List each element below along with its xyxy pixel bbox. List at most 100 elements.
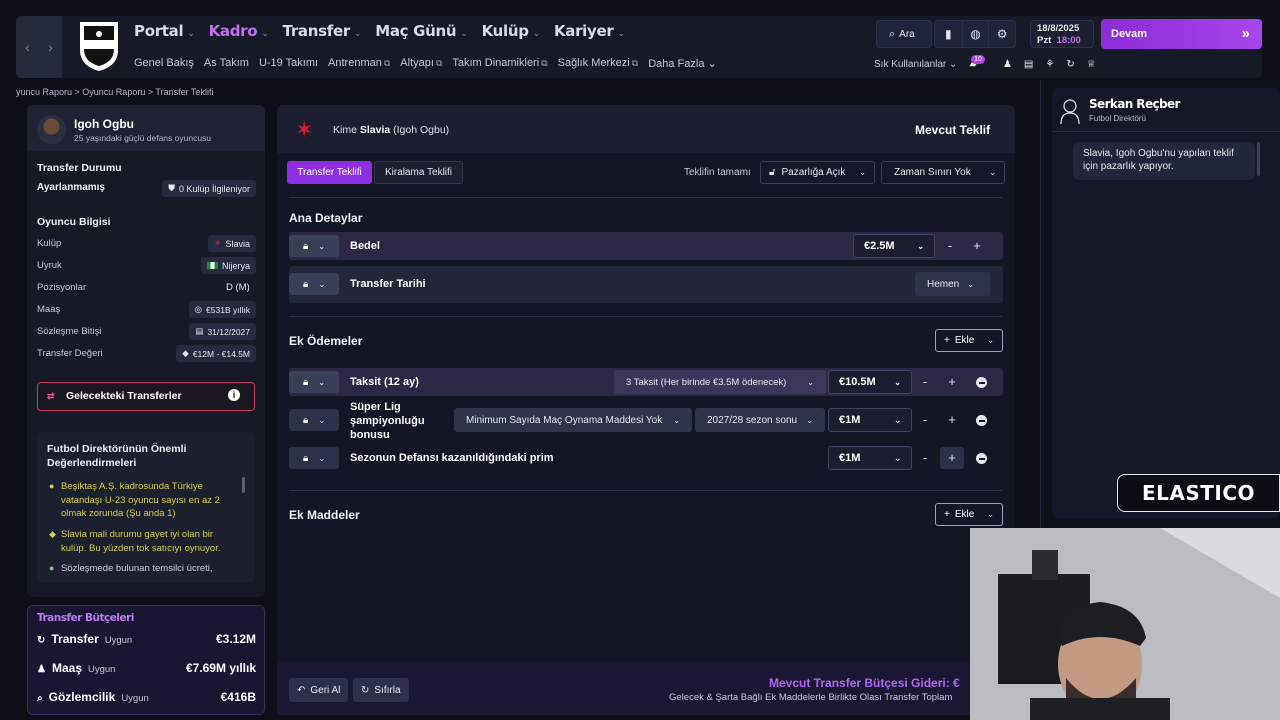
shirt-icon[interactable]: ♟ — [1003, 59, 1012, 70]
wage-value: ◎ €531B yıllık — [188, 301, 256, 318]
main-details-title: Ana Detaylar — [289, 211, 363, 225]
shirt-icon: ♟ — [37, 664, 46, 675]
installment-label: Taksit (12 ay) — [350, 376, 419, 388]
lock-icon: 🔒︎ — [302, 240, 309, 252]
fee-lock-button[interactable]: 🔒︎ ⌄ — [289, 235, 339, 257]
negotiation-dropdown[interactable]: 🔓︎ Pazarlığa Açık ⌄ — [760, 161, 875, 184]
deadline-dropdown[interactable]: Zaman Sınırı Yok ⌄ — [881, 161, 1005, 184]
search-icon: ⌕ — [37, 693, 43, 704]
subnav-daha-fazla[interactable]: Daha Fazla ⌄ — [648, 57, 717, 70]
player-name[interactable]: Igoh Ogbu — [74, 117, 134, 131]
defense-lock-button[interactable]: 🔒︎ ⌄ — [289, 447, 339, 469]
defense-decrease-button[interactable]: - — [917, 450, 933, 465]
tactics-icon[interactable]: ⚘ — [1045, 59, 1054, 70]
director-name[interactable]: Serkan Reçber — [1089, 97, 1180, 111]
fee-label: Bedel — [350, 240, 380, 252]
clubs-interested-badge[interactable]: ⛊ 0 Kulüp İlgileniyor — [162, 180, 256, 197]
search-button[interactable]: ⌕ Ara — [876, 20, 932, 48]
nav-portal[interactable]: Portal ⌄ — [134, 22, 195, 40]
quick-bar: Sık Kullanılanlar ⌄ ▰10 ♟ ▤ ⚘ ↻ ♕ — [874, 55, 1096, 70]
forward-arrow-icon[interactable]: › — [48, 39, 53, 55]
info-label-wage: Maaş — [37, 304, 61, 315]
league-value-dropdown[interactable]: €1M ⌄ — [828, 408, 912, 432]
assessments-scrollbar[interactable] — [242, 477, 245, 493]
player-avatar — [37, 115, 66, 144]
subnav-saglik-merkezi[interactable]: Sağlık Merkezi ⧉ — [558, 57, 639, 70]
club-value[interactable]: ✶ Slavia — [207, 235, 256, 252]
league-increase-button[interactable]: + — [944, 412, 960, 427]
continue-button[interactable]: Devam » — [1101, 19, 1262, 49]
budget-row-transfer: ↻ Transfer Uygun €3.12M — [37, 632, 256, 646]
installment-decrease-button[interactable]: - — [917, 374, 933, 389]
nav-transfer[interactable]: Transfer ⌄ — [283, 22, 362, 40]
club-star-icon: ✶ — [213, 238, 222, 248]
defense-value-dropdown[interactable]: €1M ⌄ — [828, 446, 912, 470]
subnav-as-takim[interactable]: As Takım — [204, 57, 249, 70]
installment-row: 🔒︎ ⌄ Taksit (12 ay) 3 Taksit (Her birinde… — [289, 368, 1003, 396]
remove-circle-icon[interactable] — [976, 453, 987, 464]
future-transfers-button[interactable]: ⇄ Gelecekteki Transferler i — [37, 382, 255, 411]
reset-icon: ↻ — [361, 684, 370, 696]
transfer-date-dropdown[interactable]: Hemen ⌄ — [915, 272, 990, 296]
budget-expense-subtitle: Gelecek & Şarta Bağlı Ek Maddelerle Birl… — [669, 692, 953, 703]
nav-kadro[interactable]: Kadro ⌄ — [209, 22, 269, 40]
chat-icon[interactable]: ▰10 — [969, 55, 991, 70]
globe-icon[interactable]: ◍ — [961, 21, 989, 47]
toolbar-icons: ▮ ◍ ⚙ — [934, 20, 1016, 48]
back-arrow-icon[interactable]: ‹ — [25, 39, 30, 55]
chevron-down-icon: ⌄ — [318, 241, 326, 251]
refresh-icon[interactable]: ↻ — [1066, 59, 1074, 70]
trophy-icon[interactable]: ♕ — [1087, 59, 1096, 70]
fee-decrease-button[interactable]: - — [942, 238, 958, 253]
remove-circle-icon[interactable] — [976, 377, 987, 388]
fee-increase-button[interactable]: + — [969, 238, 985, 253]
nationality-value[interactable]: Nijerya — [200, 257, 256, 274]
league-decrease-button[interactable]: - — [917, 412, 933, 427]
league-condition-dropdown[interactable]: Minimum Sayıda Maç Oynama Maddesi Yok ⌄ — [454, 408, 692, 432]
tab-transfer-offer[interactable]: Transfer Teklifi — [287, 161, 372, 184]
undo-button[interactable]: ↶ Geri Al — [289, 678, 349, 702]
nav-mac-gunu[interactable]: Maç Günü ⌄ — [375, 22, 468, 40]
installment-value-dropdown[interactable]: €10.5M ⌄ — [828, 370, 912, 394]
date-lock-button[interactable]: 🔒︎ ⌄ — [289, 273, 339, 295]
subnav-genel-bakis[interactable]: Genel Bakış — [134, 57, 194, 70]
clipboard-icon[interactable]: ▤ — [1024, 59, 1033, 70]
installment-lock-button[interactable]: 🔒︎ ⌄ — [289, 371, 339, 393]
subnav-antrenman[interactable]: Antrenman ⧉ — [328, 57, 390, 70]
tag-icon: ◆ — [182, 348, 189, 358]
nav-kariyer[interactable]: Kariyer ⌄ — [554, 22, 625, 40]
gear-icon[interactable]: ⚙ — [988, 21, 1015, 47]
club-crest-logo[interactable] — [78, 20, 120, 72]
tab-loan-offer[interactable]: Kiralama Teklifi — [374, 161, 463, 184]
favorites-dropdown[interactable]: Sık Kullanılanlar ⌄ — [874, 59, 957, 70]
league-season-dropdown[interactable]: 2027/28 sezon sonu ⌄ — [695, 408, 825, 432]
subnav-takim-dinamikleri[interactable]: Takım Dinamikleri ⧉ — [452, 57, 547, 70]
subnav-u19[interactable]: U-19 Takımı — [259, 57, 318, 70]
lock-icon: 🔒︎ — [302, 414, 309, 426]
add-extra-payment-button[interactable]: + Ekle ⌄ — [935, 329, 1003, 352]
notebook-icon[interactable]: ▮ — [935, 21, 962, 47]
league-lock-button[interactable]: 🔒︎ ⌄ — [289, 409, 339, 431]
defense-bonus-label: Sezonun Defansı kazanıldığındaki prim — [350, 452, 554, 464]
chevron-down-icon: ⌄ — [318, 415, 326, 425]
installment-increase-button[interactable]: + — [944, 374, 960, 389]
info-icon[interactable]: i — [228, 389, 240, 401]
remove-circle-icon[interactable] — [976, 415, 987, 426]
info-label-positions: Pozisyonlar — [37, 282, 87, 293]
external-link-icon: ⧉ — [631, 58, 639, 68]
defense-increase-button[interactable]: + — [940, 447, 964, 469]
nav-kulup[interactable]: Kulüp ⌄ — [482, 22, 541, 40]
fee-value-dropdown[interactable]: €2.5M ⌄ — [853, 234, 935, 258]
chevron-down-icon: ⌄ — [318, 377, 326, 387]
chat-scrollbar[interactable] — [1257, 142, 1260, 176]
reset-button[interactable]: ↻ Sıfırla — [353, 678, 409, 702]
installment-plan-dropdown[interactable]: 3 Taksit (Her birinde €3.5M ödenecek) ⌄ — [614, 370, 826, 394]
add-clause-button[interactable]: + Ekle ⌄ — [935, 503, 1003, 526]
lock-icon: 🔒︎ — [302, 278, 309, 290]
agent-icon: ● — [49, 563, 55, 573]
player-description: 25 yaşındaki güçlü defans oyuncusu — [74, 133, 212, 143]
slavia-crest-icon: ✶ — [295, 117, 314, 142]
subnav-altyapi[interactable]: Altyapı ⧉ — [400, 57, 442, 70]
breadcrumb[interactable]: yuncu Raporu > Oyuncu Raporu > Transfer … — [16, 87, 213, 97]
transfer-budgets-title: Transfer Bütçeleri — [37, 612, 134, 624]
